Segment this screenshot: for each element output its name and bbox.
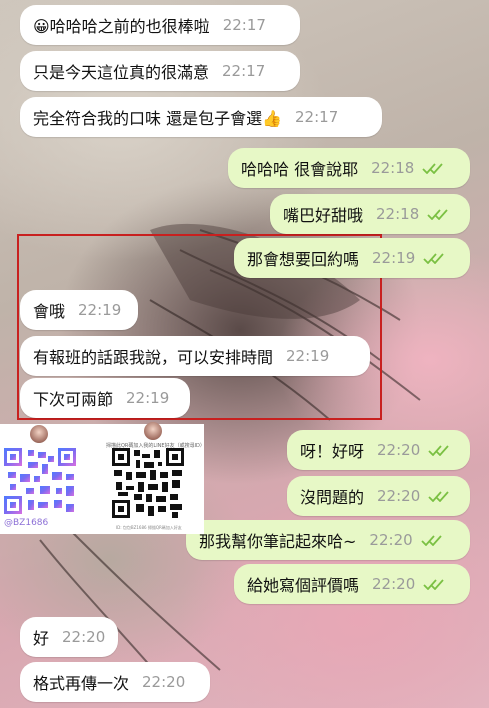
message-text: 有報班的話跟我說，可以安排時間 [33,348,274,367]
read-ticks-icon [423,578,445,590]
message-text: 會哦 [33,302,66,321]
message-text: 嘴巴好甜哦 [283,206,364,225]
message-time: 22:17 [222,62,266,80]
message-bubble-out[interactable]: 呀！好呀 22:20 [287,430,470,470]
message-bubble-out[interactable]: 哈哈哈 很會說耶 22:18 [228,148,470,188]
message-bubble-out[interactable]: 嘴巴好甜哦 22:18 [270,194,470,234]
message-text: 那會想要回約嗎 [247,250,360,269]
message-text: 好 [33,629,50,648]
read-ticks-icon [428,490,450,502]
message-text: 😀哈哈哈之前的也很棒啦 [33,17,210,36]
message-time: 22:19 [78,301,122,319]
message-text: 那我幫你筆記起來哈~ [199,532,357,551]
message-bubble-in[interactable]: 只是今天這位真的很滿意 22:17 [20,51,300,91]
qr-left-panel: @BZ1686 [0,424,102,534]
message-bubble-out[interactable]: 給她寫個評價嗎 22:20 [234,564,470,604]
message-bubble-out[interactable]: 那我幫你筆記起來哈~ 22:20 [186,520,470,560]
message-time: 22:19 [126,389,170,407]
message-text: 格式再傳一次 [33,674,130,693]
message-time: 22:17 [222,16,266,34]
message-time: 22:20 [62,628,106,646]
message-text: 完全符合我的口味 還是包子會選👍 [33,109,283,128]
qr-code-image[interactable]: @BZ1686 掃描此QR碼加入我的LINE好友（或搜尋ID） ID: 包包BZ… [0,422,205,534]
message-bubble-in[interactable]: 會哦 22:19 [20,290,138,330]
message-bubble-in[interactable]: 有報班的話跟我說，可以安排時間 22:19 [20,336,370,376]
message-bubble-in[interactable]: 下次可兩節 22:19 [20,378,190,418]
message-time: 22:20 [377,487,421,505]
qr-code-icon [4,448,76,514]
message-text: 哈哈哈 很會說耶 [241,160,359,179]
message-text: 只是今天這位真的很滿意 [33,63,210,82]
message-bubble-in[interactable]: 😀哈哈哈之前的也很棒啦 22:17 [20,5,300,45]
message-text: 沒問題的 [300,488,365,507]
message-time: 22:20 [142,673,186,691]
message-bubble-in[interactable]: 格式再傳一次 22:20 [20,662,210,702]
message-bubble-in[interactable]: 好 22:20 [20,617,118,657]
message-time: 22:18 [371,159,415,177]
read-ticks-icon [423,252,445,264]
read-ticks-icon [421,534,443,546]
qr-footer: ID: 包包BZ1686 掃描QR碼加入好友 [116,525,182,530]
read-ticks-icon [427,208,449,220]
message-bubble-out[interactable]: 那會想要回約嗎 22:19 [234,238,470,278]
read-ticks-icon [428,444,450,456]
message-time: 22:20 [377,441,421,459]
qr-code-icon [112,448,184,518]
qr-right-panel: 掃描此QR碼加入我的LINE好友（或搜尋ID） ID: 包包BZ1686 掃描Q… [102,422,205,534]
read-ticks-icon [422,162,444,174]
message-time: 22:18 [376,205,420,223]
message-bubble-out[interactable]: 沒問題的 22:20 [287,476,470,516]
avatar [144,422,162,440]
message-text: 呀！好呀 [300,442,365,461]
message-text: 給她寫個評價嗎 [247,576,360,595]
message-bubble-in[interactable]: 完全符合我的口味 還是包子會選👍 22:17 [20,97,382,137]
message-time: 22:17 [295,108,339,126]
message-time: 22:20 [369,531,413,549]
message-time: 22:20 [372,575,416,593]
message-time: 22:19 [372,249,416,267]
message-time: 22:19 [286,347,330,365]
qr-id-label: @BZ1686 [4,518,49,528]
avatar [30,425,48,443]
message-text: 下次可兩節 [33,390,114,409]
